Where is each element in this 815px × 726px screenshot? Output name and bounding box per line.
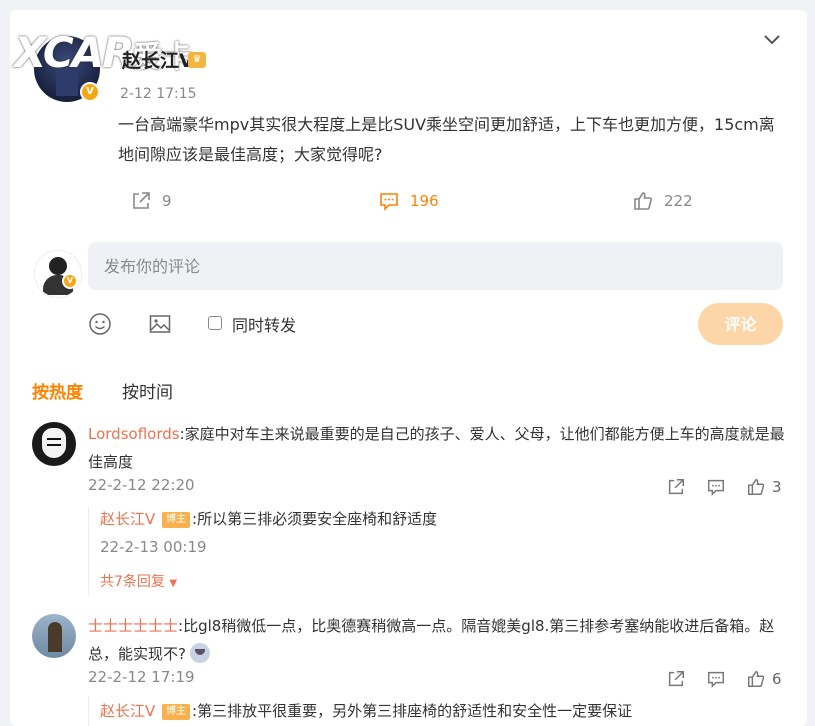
comment-body: :家庭中对车主来说最重要的是自己的孩子、爱人、父母，让他们都能方便上车的高度就是… — [88, 425, 785, 471]
comment-reply-button[interactable] — [706, 476, 726, 498]
comment-text: 士士士士士士:比gl8稍微低一点，比奥德赛稍微高一点。隔音媲美gl8.第三排参考… — [88, 612, 790, 668]
chevron-down-icon[interactable] — [762, 32, 782, 48]
thumbs-up-icon — [748, 670, 765, 687]
comment-repost-button[interactable] — [666, 668, 686, 690]
fan-badge-icon: ♛ — [188, 52, 206, 68]
weibo-post-card: V XCAR爱卡 赵长江V ♛ 2-12 17:15 一台高端豪华mpv其实很大… — [10, 10, 807, 726]
reply-text: 赵长江V 博主:第三排放平很重要，另外第三排座椅的舒适性和安全性一定要保证 — [100, 700, 632, 721]
host-badge: 博主 — [162, 512, 191, 528]
comment-avatar[interactable] — [32, 422, 76, 466]
post-time[interactable]: 2-12 17:15 — [120, 86, 197, 102]
more-replies-link[interactable]: 共7条回复 ▼ — [100, 571, 177, 591]
like-count: 222 — [664, 192, 693, 210]
reply-time: 22-2-13 00:19 — [100, 538, 207, 556]
comment-like-count: 6 — [772, 670, 782, 688]
comment-like-count: 3 — [772, 478, 782, 496]
comment-like-button[interactable]: 6 — [746, 668, 782, 690]
tab-sort-hot[interactable]: 按热度 — [32, 378, 83, 403]
reply-body: :第三排放平很重要，另外第三排座椅的舒适性和安全性一定要保证 — [192, 702, 633, 720]
post-content: 一台高端豪华mpv其实很大程度上是比SUV乘坐空间更加舒适，上下车也更加方便，1… — [118, 115, 775, 164]
repost-count: 9 — [162, 192, 172, 210]
reply-text: 赵长江V 博主:所以第三排必须要安全座椅和舒适度 — [100, 508, 437, 529]
comment-repost-button[interactable] — [666, 476, 686, 498]
comment-like-button[interactable]: 3 — [746, 476, 782, 498]
repost-icon — [133, 192, 150, 209]
author-name[interactable]: 赵长江V — [122, 46, 194, 73]
comment-button[interactable]: 196 — [378, 190, 439, 212]
comment-user[interactable]: 士士士士士士 — [88, 617, 178, 635]
triangle-down-icon: ▼ — [169, 578, 178, 589]
thumbs-up-icon — [634, 192, 652, 210]
comment-icon — [708, 671, 724, 689]
reply-user[interactable]: 赵长江V — [100, 510, 155, 528]
thumbs-up-icon — [748, 478, 765, 495]
comment-text: Lordsoflords:家庭中对车主来说最重要的是自己的孩子、爱人、父母，让他… — [88, 420, 790, 476]
comment-input[interactable] — [88, 242, 783, 290]
emoji-icon — [189, 643, 210, 663]
comment-count: 196 — [410, 192, 439, 210]
submit-comment-button[interactable]: 评论 — [698, 303, 783, 345]
repost-checkbox-label: 同时转发 — [232, 316, 297, 335]
comment-icon — [380, 193, 398, 211]
my-verified-icon: V — [62, 273, 78, 289]
repost-button[interactable]: 9 — [130, 190, 172, 212]
reply-body: :所以第三排必须要安全座椅和舒适度 — [192, 510, 438, 528]
repost-checkbox[interactable] — [208, 316, 222, 330]
image-icon[interactable] — [148, 312, 172, 336]
comment-user[interactable]: Lordsoflords — [88, 425, 180, 443]
host-badge: 博主 — [162, 704, 191, 720]
tab-sort-time[interactable]: 按时间 — [122, 378, 173, 403]
repost-icon — [668, 671, 684, 687]
emoji-icon[interactable] — [88, 312, 112, 336]
comment-reply-button[interactable] — [706, 668, 726, 690]
comment-time: 22-2-12 22:20 — [88, 476, 195, 494]
comment-time: 22-2-12 17:19 — [88, 668, 195, 686]
repost-icon — [668, 479, 684, 495]
like-button[interactable]: 222 — [632, 190, 693, 212]
comment-avatar[interactable] — [32, 614, 76, 658]
comment-icon — [708, 479, 724, 497]
verified-badge-icon: V — [80, 82, 100, 102]
reply-user[interactable]: 赵长江V — [100, 702, 155, 720]
